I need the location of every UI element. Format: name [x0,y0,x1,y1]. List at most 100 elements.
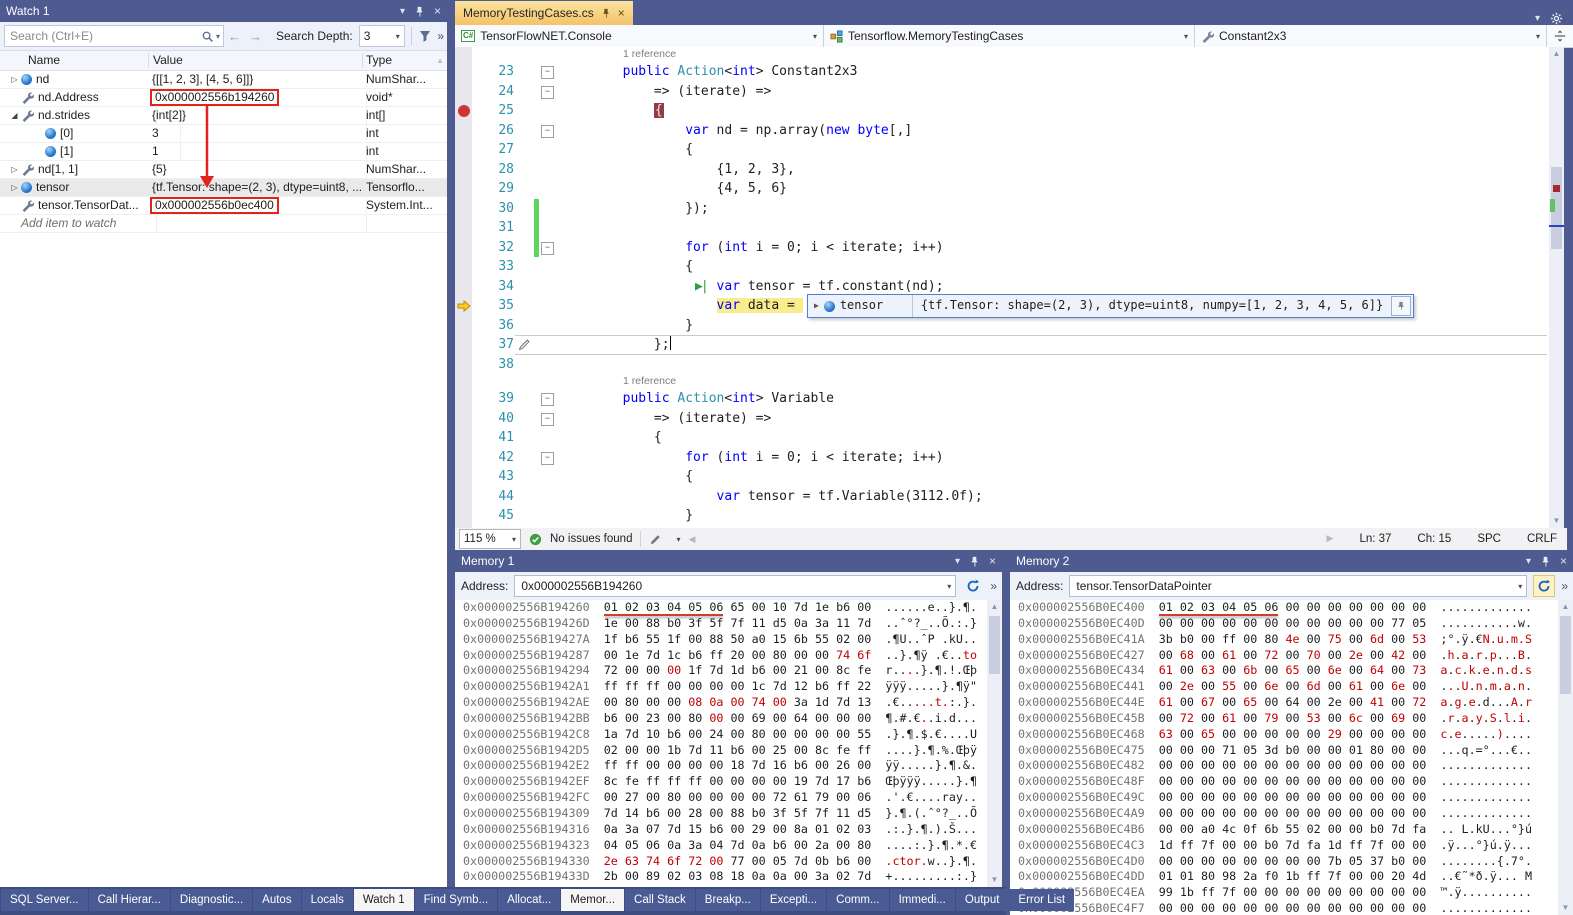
memory-byte[interactable]: 5f [794,806,815,820]
memory-byte[interactable]: 2a [815,838,836,852]
memory-byte[interactable]: ff [1222,632,1243,646]
window-position-icon[interactable]: ▾ [400,6,405,17]
memory-byte[interactable]: 02 [667,869,688,883]
memory-byte[interactable]: fa [1412,822,1426,836]
code-line[interactable]: 24− => (iterate) => [455,82,1549,102]
memory-byte[interactable]: 00 [646,695,667,709]
memory1-address-input-wrap[interactable]: ▾ [514,575,956,597]
memory-byte[interactable]: 08 [709,869,730,883]
memory-byte[interactable]: 00 [815,758,836,772]
memory-byte[interactable]: 7f [1201,838,1222,852]
memory-row[interactable]: 0x000002556B194309 7d 14 b6 00 28 00 88 … [455,806,987,822]
memory-byte[interactable]: 00 [1180,695,1201,709]
scrollbar-thumb[interactable] [989,616,1000,674]
memory-byte[interactable]: 7d [1391,822,1412,836]
memory-byte[interactable]: b0 [1391,854,1412,868]
watch-value-cell[interactable]: 0x000002556b0ec400 [148,197,367,214]
watch-value-cell[interactable] [148,215,367,232]
memory-row[interactable]: 0x000002556B1942BB b6 00 23 00 80 00 00 … [455,711,987,727]
memory2-address-input-wrap[interactable]: ▾ [1069,575,1527,597]
bottom-tab-memor[interactable]: Memor... [561,889,624,911]
memory-byte[interactable]: 00 [1412,901,1426,915]
memory-byte[interactable]: 04 [667,600,688,614]
filter-icon[interactable] [418,29,432,43]
memory-byte[interactable]: 14 [625,806,646,820]
memory-byte[interactable]: 00 [857,632,871,646]
memory-byte[interactable]: 02 [836,822,857,836]
memory-byte[interactable]: 8a [794,822,815,836]
memory-row[interactable]: 0x000002556B0EC4D0 00 00 00 00 00 00 00 … [1010,854,1558,870]
memory-byte[interactable]: 00 [752,743,773,757]
memory-row[interactable]: 0x000002556B194294 72 00 00 00 1f 7d 1d … [455,663,987,679]
memory-byte[interactable]: 00 [773,711,794,725]
memory-byte[interactable]: 00 [1180,822,1201,836]
memory-byte[interactable]: 2e [1180,679,1201,693]
memory-byte[interactable]: 00 [836,711,857,725]
memory-byte[interactable]: 00 [667,806,688,820]
memory-byte[interactable]: 1f [688,663,709,677]
memory-byte[interactable]: 74 [646,854,667,868]
code-area[interactable]: 1 reference23− public Action<int> Consta… [455,47,1549,528]
memory-byte[interactable]: 7b [1328,854,1349,868]
memory-byte[interactable]: 00 [857,758,871,772]
memory-byte[interactable]: 04 [604,838,625,852]
bottom-tab-output[interactable]: Output [956,889,1009,911]
memory-byte[interactable]: 5f [709,616,730,630]
memory-byte[interactable]: 0a [752,838,773,852]
memory-byte[interactable]: 61 [1222,648,1243,662]
memory-byte[interactable]: 00 [625,711,646,725]
code-line[interactable]: 32− for (int i = 0; i < iterate; i++) [455,238,1549,258]
memory-byte[interactable]: 00 [1412,727,1426,741]
memory-byte[interactable]: 25 [773,743,794,757]
member-dropdown[interactable]: Constant2x3 ▾ [1195,25,1547,47]
memory-byte[interactable]: f0 [1264,869,1285,883]
memory-byte[interactable]: 00 [646,758,667,772]
memory-byte[interactable]: 00 [1264,758,1285,772]
memory-byte[interactable]: 7d [752,758,773,772]
memory-byte[interactable]: 7f [730,616,751,630]
memory-byte[interactable]: 00 [1370,869,1391,883]
memory-byte[interactable]: 05 [1412,616,1426,630]
memory-byte[interactable]: 00 [1391,743,1412,757]
memory-byte[interactable]: 88 [730,806,751,820]
memory-byte[interactable]: 00 [1264,695,1285,709]
code-line[interactable]: 35 var data = ▶tensor{tf.Tensor: shape=(… [455,296,1549,316]
memory-byte[interactable]: 00 [1222,790,1243,804]
memory-byte[interactable]: 00 [1264,727,1285,741]
memory-byte[interactable]: 7d [625,727,646,741]
memory-row[interactable]: 0x000002556B0EC434 61 00 63 00 6b 00 65 … [1010,663,1558,679]
memory-byte[interactable]: 08 [688,695,709,709]
memory-byte[interactable]: 00 [1264,901,1285,915]
split-editor-icon[interactable] [1547,25,1573,47]
memory-byte[interactable]: 2e [1328,695,1349,709]
memory-byte[interactable]: 7f [1370,838,1391,852]
watch-row[interactable]: tensor.TensorDat...0x000002556b0ec400Sys… [0,197,447,215]
memory-byte[interactable]: 3d [1264,743,1285,757]
watch-row[interactable]: Add item to watch [0,215,447,233]
memory-byte[interactable]: 00 [1412,790,1426,804]
memory-byte[interactable]: 7d [794,600,815,614]
memory-byte[interactable]: 01 [1349,743,1370,757]
fold-collapse-icon[interactable]: − [541,393,554,406]
memory-byte[interactable]: 71 [1222,743,1243,757]
watch-value-cell[interactable]: 0x000002556b194260 [148,89,367,106]
memory-byte[interactable]: 00 [1243,901,1264,915]
back-arrow-icon[interactable]: ← [228,29,241,44]
memory-row[interactable]: 0x000002556B19426D 1e 00 88 b0 3f 5f 7f … [455,616,987,632]
memory-byte[interactable]: 7d [646,648,667,662]
watch-title-bar[interactable]: Watch 1 ▾ × [0,0,447,22]
memory-byte[interactable]: 00 [1349,616,1370,630]
memory-byte[interactable]: 00 [1180,901,1201,915]
memory-byte[interactable]: 55 [646,632,667,646]
window-position-icon[interactable]: ▾ [1526,556,1531,567]
memory-row[interactable]: 0x000002556B0EC49C 00 00 00 00 00 00 00 … [1010,790,1558,806]
memory-byte[interactable]: 7d [857,616,871,630]
memory-byte[interactable]: 1f [667,632,688,646]
project-dropdown[interactable]: C# TensorFlowNET.Console ▾ [455,25,824,47]
memory-row[interactable]: 0x000002556B0EC4A9 00 00 00 00 00 00 00 … [1010,806,1558,822]
memory-byte[interactable]: 00 [1307,695,1328,709]
memory-byte[interactable]: 69 [752,711,773,725]
memory-byte[interactable]: 00 [1370,901,1391,915]
memory-byte[interactable]: 11 [709,743,730,757]
memory-byte[interactable]: 2b [604,869,625,883]
